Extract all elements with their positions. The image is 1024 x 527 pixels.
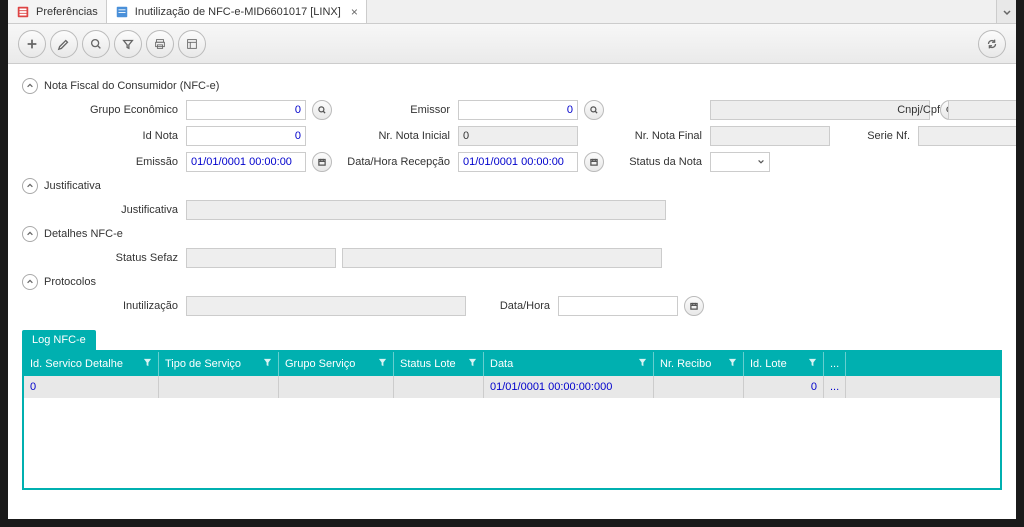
section-prot: Protocolos <box>22 274 1002 290</box>
section-det: Detalhes NFC-e <box>22 226 1002 242</box>
serie-input[interactable] <box>918 126 1016 146</box>
sefaz-desc-input[interactable] <box>342 248 662 268</box>
filter-icon <box>378 358 387 370</box>
collapse-icon[interactable] <box>22 274 38 290</box>
cnpj-input[interactable] <box>948 100 1016 120</box>
cell-id-servico: 0 <box>24 376 159 398</box>
emissao-input[interactable] <box>186 152 306 172</box>
justificativa-input[interactable] <box>186 200 666 220</box>
notaini-input[interactable] <box>458 126 578 146</box>
section-title: Detalhes NFC-e <box>44 228 123 240</box>
tab-label: Preferências <box>36 6 98 18</box>
tab-inutilizacao[interactable]: Inutilização de NFC-e-MID6601017 [LINX] … <box>107 0 367 23</box>
calendar-icon[interactable] <box>684 296 704 316</box>
col-status-lote[interactable]: Status Lote <box>394 352 484 376</box>
section-title: Nota Fiscal do Consumidor (NFC-e) <box>44 80 219 92</box>
collapse-icon[interactable] <box>22 178 38 194</box>
idnota-input[interactable] <box>186 126 306 146</box>
cell-recibo <box>654 376 744 398</box>
col-id-servico[interactable]: Id. Servico Detalhe <box>24 352 159 376</box>
label-inut: Inutilização <box>40 300 180 312</box>
label-cnpj: Cnpj/Cpf <box>872 104 942 116</box>
section-just: Justificativa <box>22 178 1002 194</box>
tabs-bar: Preferências Inutilização de NFC-e-MID66… <box>8 0 1016 24</box>
col-id-lote[interactable]: Id. Lote <box>744 352 824 376</box>
cell-status <box>394 376 484 398</box>
cell-idlote: 0 <box>744 376 824 398</box>
tab-preferencias[interactable]: Preferências <box>8 0 107 23</box>
label-serie: Serie Nf. <box>842 130 912 142</box>
filter-icon <box>808 358 817 370</box>
edit-button[interactable] <box>50 30 78 58</box>
label-status: Status da Nota <box>614 156 704 168</box>
filter-icon <box>638 358 647 370</box>
recepcao-input[interactable] <box>458 152 578 172</box>
content-area: Nota Fiscal do Consumidor (NFC-e) Grupo … <box>8 64 1016 519</box>
search-button[interactable] <box>82 30 110 58</box>
calendar-icon[interactable] <box>312 152 332 172</box>
label-recepcao: Data/Hora Recepção <box>342 156 452 168</box>
section-title: Protocolos <box>44 276 96 288</box>
log-grid: Id. Servico Detalhe Tipo de Serviço Grup… <box>22 350 1002 490</box>
col-tipo-servico[interactable]: Tipo de Serviço <box>159 352 279 376</box>
label-grupo: Grupo Econômico <box>40 104 180 116</box>
status-combo[interactable] <box>710 152 770 172</box>
calendar-icon[interactable] <box>584 152 604 172</box>
tab-label: Inutilização de NFC-e-MID6601017 [LINX] <box>135 6 341 18</box>
inut-input[interactable] <box>186 296 466 316</box>
notafin-input[interactable] <box>710 126 830 146</box>
emissor-input[interactable] <box>458 100 578 120</box>
cell-data: 01/01/0001 00:00:00:000 <box>484 376 654 398</box>
toolbar <box>8 24 1016 64</box>
section-title: Justificativa <box>44 180 101 192</box>
datahora-input[interactable] <box>558 296 678 316</box>
window-expand-button[interactable] <box>996 0 1016 23</box>
preferences-icon <box>16 5 30 19</box>
section-nfc: Nota Fiscal do Consumidor (NFC-e) <box>22 78 1002 94</box>
label-notaini: Nr. Nota Inicial <box>342 130 452 142</box>
label-emissao: Emissão <box>40 156 180 168</box>
filter-icon <box>728 358 737 370</box>
collapse-icon[interactable] <box>22 78 38 94</box>
label-emissor: Emissor <box>342 104 452 116</box>
add-button[interactable] <box>18 30 46 58</box>
log-tab[interactable]: Log NFC-e <box>22 330 96 350</box>
filter-button[interactable] <box>114 30 142 58</box>
cell-grupo <box>279 376 394 398</box>
col-data[interactable]: Data <box>484 352 654 376</box>
col-more[interactable]: ... <box>824 352 846 376</box>
print-button[interactable] <box>146 30 174 58</box>
col-grupo-servico[interactable]: Grupo Serviço <box>279 352 394 376</box>
table-row[interactable]: 0 01/01/0001 00:00:00:000 0 ... <box>24 376 1000 398</box>
sefaz-code-input[interactable] <box>186 248 336 268</box>
label-idnota: Id Nota <box>40 130 180 142</box>
label-datahora: Data/Hora <box>472 300 552 312</box>
grupo-input[interactable] <box>186 100 306 120</box>
label-justificativa: Justificativa <box>40 204 180 216</box>
lookup-icon[interactable] <box>312 100 332 120</box>
lookup-icon[interactable] <box>584 100 604 120</box>
collapse-icon[interactable] <box>22 226 38 242</box>
layout-button[interactable] <box>178 30 206 58</box>
document-icon <box>115 5 129 19</box>
close-icon[interactable]: × <box>351 5 358 19</box>
grid-header: Id. Servico Detalhe Tipo de Serviço Grup… <box>24 352 1000 376</box>
cell-more[interactable]: ... <box>824 376 846 398</box>
col-nr-recibo[interactable]: Nr. Recibo <box>654 352 744 376</box>
cell-tipo <box>159 376 279 398</box>
refresh-button[interactable] <box>978 30 1006 58</box>
label-notafin: Nr. Nota Final <box>614 130 704 142</box>
filter-icon <box>468 358 477 370</box>
filter-icon <box>143 358 152 370</box>
filter-icon <box>263 358 272 370</box>
label-sefaz: Status Sefaz <box>40 252 180 264</box>
